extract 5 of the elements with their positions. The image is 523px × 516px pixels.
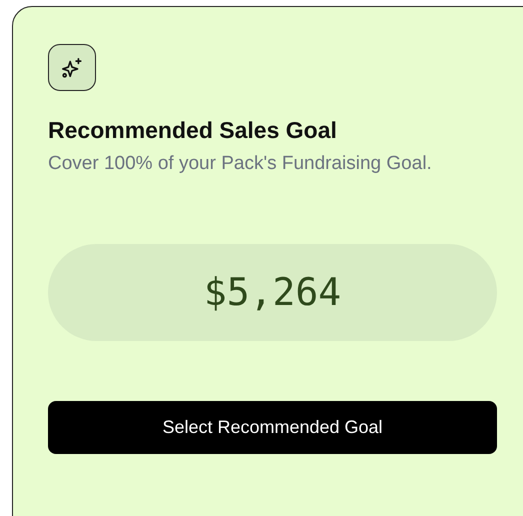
card-description: Cover 100% of your Pack's Fundraising Goal.	[48, 152, 433, 176]
sparkle-icon	[48, 44, 96, 91]
goal-amount: $5,264	[48, 244, 497, 341]
select-goal-button[interactable]: Select Recommended Goal	[48, 401, 497, 454]
card-title: Recommended Sales Goal	[48, 116, 338, 145]
